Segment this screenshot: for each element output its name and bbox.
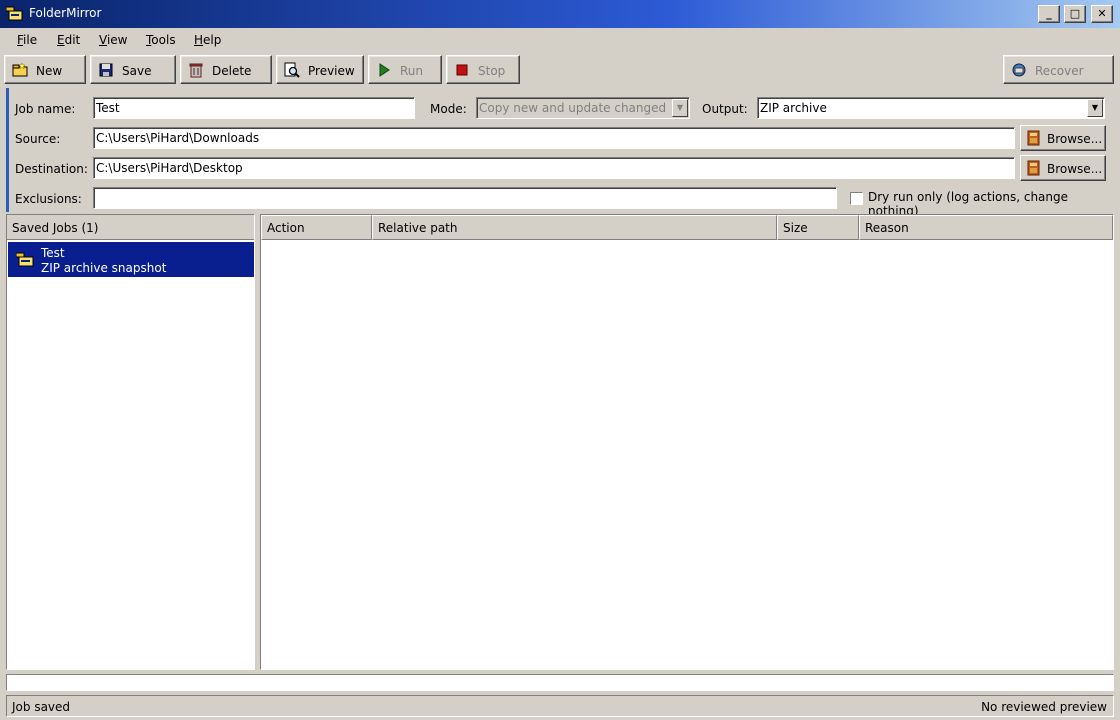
window-title: FolderMirror	[29, 6, 102, 20]
job-folder-icon	[16, 252, 34, 267]
saved-job-item[interactable]: Test ZIP archive snapshot	[8, 242, 254, 277]
dry-run-checkbox[interactable]	[850, 192, 863, 205]
exclusions-label: Exclusions:	[15, 192, 82, 206]
menu-file-label: ile	[23, 33, 38, 47]
log-strip	[6, 674, 1114, 691]
mode-select-value: Copy new and update changed	[479, 101, 667, 115]
new-folder-icon	[12, 62, 28, 77]
source-label: Source:	[15, 132, 61, 146]
chevron-down-icon: ▼	[1087, 99, 1103, 117]
stop-button-label: Stop	[478, 64, 506, 78]
menu-help-label: elp	[203, 33, 222, 47]
column-header-size[interactable]: Size	[777, 215, 859, 240]
title-bar: FolderMirror _ □ ✕	[0, 0, 1120, 28]
floppy-disk-icon	[99, 63, 113, 77]
menu-view[interactable]: View	[99, 33, 127, 47]
browse-folder-icon	[1027, 130, 1040, 146]
exclusions-input[interactable]	[93, 187, 837, 209]
recover-icon	[1012, 63, 1026, 77]
destination-label: Destination:	[15, 162, 88, 176]
menu-edit-mnemonic: E	[57, 33, 65, 47]
delete-button-label: Delete	[212, 64, 252, 78]
results-table: Action Relative path Size Reason	[260, 214, 1114, 670]
app-folder-icon	[6, 6, 23, 21]
menu-view-label: iew	[106, 33, 128, 47]
destination-input[interactable]: C:\Users\PiHard\Desktop	[93, 157, 1015, 179]
output-select[interactable]: ZIP archive ▼	[757, 97, 1105, 119]
browse-destination-label: Browse...	[1047, 162, 1103, 176]
status-bar: Job saved No reviewed preview	[0, 693, 1120, 720]
maximize-button[interactable]: □	[1064, 5, 1086, 23]
menu-tools[interactable]: Tools	[146, 33, 176, 47]
new-button-label: New	[36, 64, 63, 78]
play-icon	[379, 63, 390, 77]
minimize-button[interactable]: _	[1038, 5, 1060, 23]
menu-tools-label: ools	[151, 33, 176, 47]
column-header-relative-path[interactable]: Relative path	[372, 215, 777, 240]
browse-destination-button[interactable]: Browse...	[1020, 155, 1106, 181]
save-button-label: Save	[122, 64, 152, 78]
column-header-reason[interactable]: Reason	[859, 215, 1113, 240]
run-button[interactable]: Run	[368, 55, 442, 84]
saved-job-name: Test	[41, 246, 65, 260]
output-select-value: ZIP archive	[760, 101, 827, 115]
menu-view-mnemonic: V	[99, 33, 107, 47]
source-input[interactable]: C:\Users\PiHard\Downloads	[93, 127, 1015, 149]
job-name-label: Job name:	[15, 102, 76, 116]
new-button[interactable]: New	[4, 55, 86, 84]
save-button[interactable]: Save	[90, 55, 176, 84]
menu-edit[interactable]: Edit	[57, 33, 80, 47]
output-label: Output:	[702, 102, 748, 116]
status-panel: Job saved No reviewed preview	[6, 695, 1114, 717]
mode-label: Mode:	[430, 102, 467, 116]
trash-icon	[189, 63, 203, 78]
menu-help-mnemonic: H	[194, 33, 204, 47]
preview-button[interactable]: Preview	[276, 55, 364, 84]
menu-help[interactable]: Help	[194, 33, 221, 47]
stop-icon	[456, 64, 468, 76]
saved-jobs-header: Saved Jobs (1)	[7, 215, 254, 240]
job-name-input[interactable]: Test	[93, 97, 415, 119]
menu-edit-label: dit	[64, 33, 81, 47]
browse-source-label: Browse...	[1047, 132, 1103, 146]
delete-button[interactable]: Delete	[180, 55, 272, 84]
mode-select[interactable]: Copy new and update changed ▼	[476, 97, 690, 119]
status-message: Job saved	[12, 700, 71, 714]
column-header-action[interactable]: Action	[261, 215, 372, 240]
recover-button[interactable]: Recover	[1003, 55, 1114, 84]
recover-button-label: Recover	[1035, 64, 1084, 78]
toolbar: New Save Delete Preview Run Stop Recover	[0, 53, 1120, 87]
preview-status: No reviewed preview	[981, 700, 1107, 714]
preview-button-label: Preview	[308, 64, 355, 78]
run-button-label: Run	[400, 64, 424, 78]
saved-job-description: ZIP archive snapshot	[41, 261, 167, 275]
browse-folder-icon	[1027, 160, 1040, 176]
chevron-down-icon: ▼	[672, 99, 688, 117]
menu-file[interactable]: File	[17, 33, 37, 47]
saved-jobs-list: Saved Jobs (1) Test ZIP archive snapshot	[6, 214, 255, 670]
preview-magnifier-icon	[284, 62, 300, 78]
menu-bar: File Edit View Tools Help	[0, 28, 1120, 52]
stop-button[interactable]: Stop	[446, 55, 520, 84]
close-button[interactable]: ✕	[1091, 5, 1113, 23]
browse-source-button[interactable]: Browse...	[1020, 125, 1106, 151]
